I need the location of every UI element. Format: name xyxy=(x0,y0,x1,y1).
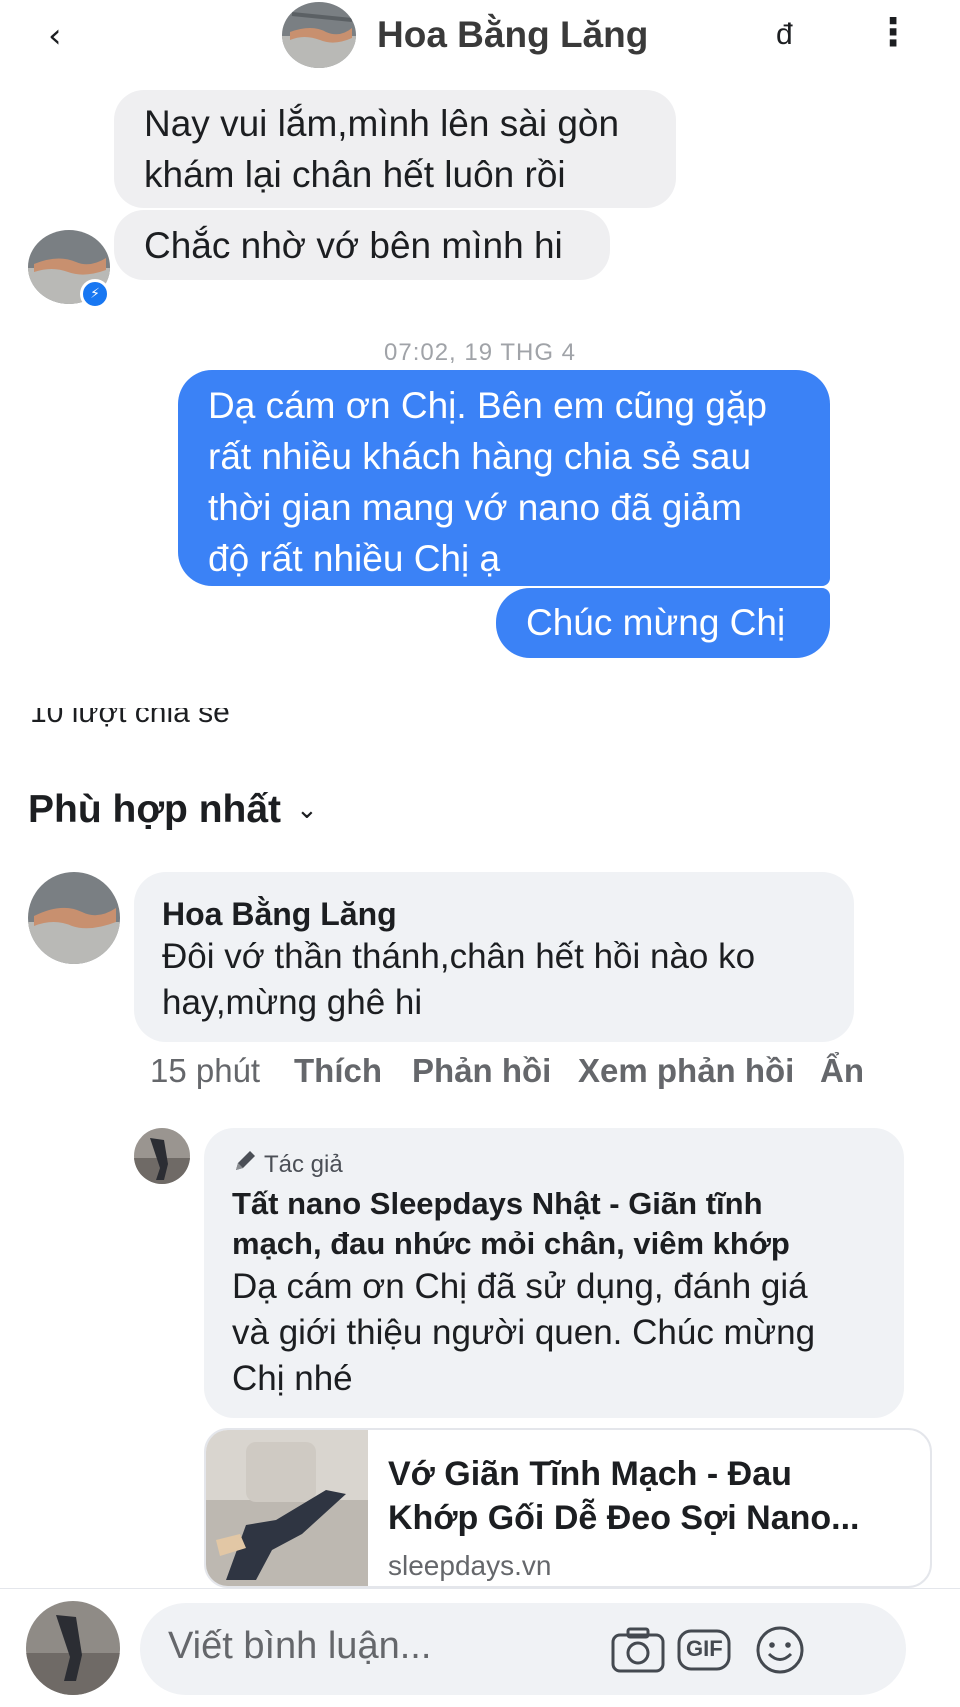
gif-icon[interactable]: GIF xyxy=(676,1625,732,1675)
currency-icon[interactable]: đ xyxy=(776,18,793,52)
link-thumbnail xyxy=(206,1430,368,1586)
page-name-line[interactable]: Tất nano Sleepdays Nhật - Giãn tĩnh xyxy=(232,1184,876,1224)
message-timestamp: 07:02, 19 THG 4 xyxy=(384,339,576,366)
gif-label: GIF xyxy=(686,1636,723,1661)
outgoing-message-1[interactable]: Dạ cám ơn Chị. Bên em cũng gặp rất nhiều… xyxy=(178,370,830,586)
link-title-line[interactable]: Khớp Gối Dễ Đeo Sợi Nano... xyxy=(388,1496,918,1540)
comment-sort-label[interactable]: Phù hợp nhất xyxy=(28,788,281,832)
message-line: thời gian mang vớ nano đã giảm xyxy=(208,487,742,528)
contact-avatar[interactable] xyxy=(282,2,356,68)
reply-line: và giới thiệu người quen. Chúc mừng xyxy=(232,1313,816,1352)
comment-input[interactable]: Viết bình luận... GIF xyxy=(140,1603,906,1695)
contact-name[interactable]: Hoa Bằng Lăng xyxy=(377,14,648,56)
shares-count: 10 lượt chia sẻ xyxy=(30,708,230,729)
message-line: khám lại chân hết luôn rồi xyxy=(144,154,566,195)
comment-actions: 15 phút Thích Phản hồi Xem phản hồi Ẩn xyxy=(0,1052,960,1096)
reply-line: Dạ cám ơn Chị đã sử dụng, đánh giá xyxy=(232,1267,808,1306)
reply-bubble[interactable]: Tác giả Tất nano Sleepdays Nhật - Giãn t… xyxy=(204,1128,904,1418)
comment-bubble[interactable]: Hoa Bằng Lăng Đôi vớ thần thánh,chân hết… xyxy=(134,872,854,1042)
camera-icon[interactable] xyxy=(610,1625,666,1675)
link-domain: sleepdays.vn xyxy=(388,1550,552,1581)
incoming-message-2[interactable]: Chắc nhờ vớ bên mình hi xyxy=(114,210,610,280)
comment-composer: Viết bình luận... GIF xyxy=(0,1588,960,1707)
message-line: Chúc mừng Chị xyxy=(526,602,786,643)
reply-line: Chị nhé xyxy=(232,1359,353,1398)
message-line: rất nhiều khách hàng chia sẻ sau xyxy=(208,436,752,477)
link-title-line[interactable]: Vớ Giãn Tĩnh Mạch - Đau xyxy=(388,1452,918,1496)
message-line: Chắc nhờ vớ bên mình hi xyxy=(144,225,563,266)
reply-button[interactable]: Phản hồi xyxy=(412,1052,551,1090)
link-preview-card[interactable]: Vớ Giãn Tĩnh Mạch - Đau Khớp Gối Dễ Đeo … xyxy=(204,1428,932,1588)
message-line: độ rất nhiều Chị ạ xyxy=(208,538,501,579)
comment-input-placeholder: Viết bình luận... xyxy=(168,1625,432,1667)
chat-header: ‹ Hoa Bằng Lăng đ ⋮ xyxy=(0,0,960,86)
hide-button[interactable]: Ẩn xyxy=(820,1052,864,1090)
back-chevron-icon[interactable]: ‹ xyxy=(48,14,88,58)
user-avatar[interactable] xyxy=(26,1601,120,1695)
commenter-avatar[interactable] xyxy=(28,872,120,964)
comment-line: hay,mừng ghê hi xyxy=(162,983,423,1022)
page-name-line[interactable]: mạch, đau nhức mỏi chân, viêm khớp xyxy=(232,1224,876,1264)
like-button[interactable]: Thích xyxy=(294,1052,382,1090)
chevron-down-icon[interactable]: ⌄ xyxy=(296,795,318,825)
message-line: Nay vui lắm,mình lên sài gòn xyxy=(144,103,620,144)
pencil-icon xyxy=(232,1148,258,1184)
message-line: Dạ cám ơn Chị. Bên em cũng gặp xyxy=(208,385,767,426)
comment-line: Đôi vớ thần thánh,chân hết hồi nào ko xyxy=(162,937,756,976)
more-options-icon[interactable]: ⋮ xyxy=(874,14,912,52)
page-avatar[interactable] xyxy=(134,1128,190,1184)
outgoing-message-2[interactable]: Chúc mừng Chị xyxy=(496,588,830,658)
emoji-icon[interactable] xyxy=(752,1625,808,1675)
comment-author[interactable]: Hoa Bằng Lăng xyxy=(162,894,826,934)
comment-time: 15 phút xyxy=(150,1052,261,1089)
author-badge: Tác giả xyxy=(232,1148,876,1184)
view-replies-button[interactable]: Xem phản hồi xyxy=(578,1052,794,1090)
author-badge-label: Tác giả xyxy=(264,1151,343,1178)
incoming-message-1[interactable]: Nay vui lắm,mình lên sài gòn khám lại ch… xyxy=(114,90,676,208)
messenger-badge-icon: ⚡ xyxy=(80,279,110,309)
